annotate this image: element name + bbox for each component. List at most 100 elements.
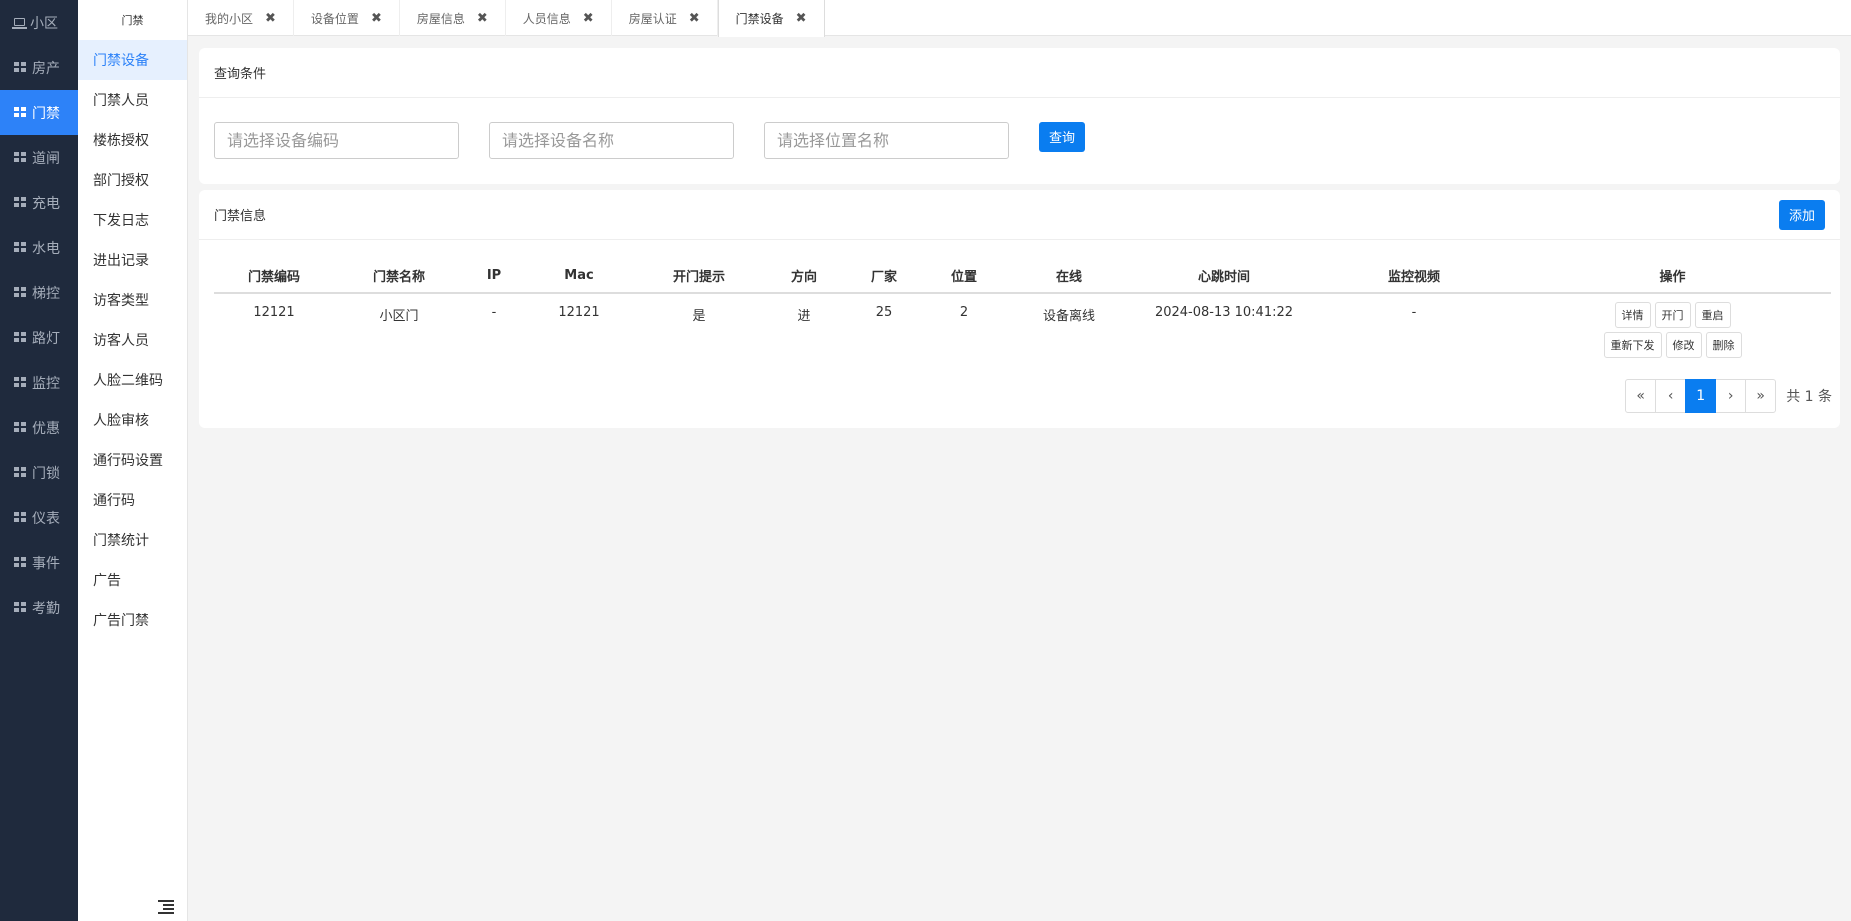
tab-5[interactable]: 门禁设备 ✖ [717,0,825,37]
close-icon[interactable]: ✖ [689,11,700,26]
tab-0[interactable]: 我的小区 ✖ [188,0,294,36]
column-header: 开门提示 [634,258,764,294]
submenu-item-2[interactable]: 楼栋授权 [78,120,187,160]
query-panel-header: 查询条件 [199,48,1840,98]
grid-icon [14,287,27,298]
submenu-item-8[interactable]: 人脸二维码 [78,360,187,400]
grid-icon [14,467,27,478]
access-info-title: 门禁信息 [214,209,267,224]
submenu-item-11[interactable]: 通行码 [78,480,187,520]
rail-item-1[interactable]: 房产 [0,45,78,90]
grid-icon [14,557,27,568]
table-cell: 进 [797,309,811,324]
access-info-panel: 门禁信息 添加 门禁编码 门禁名称 IP Mac 开门提示 方向 厂家 位置 在线 心跳时间 监控视… [199,190,1840,428]
access-info-header: 门禁信息 添加 [199,190,1840,240]
submenu-item-1[interactable]: 门禁人员 [78,80,187,120]
rail-item-11[interactable]: 仪表 [0,495,78,540]
close-icon[interactable]: ✖ [583,11,594,26]
tab-label: 设备位置 [310,11,359,26]
submenu-item-13[interactable]: 广告 [78,560,187,600]
submenu-item-10[interactable]: 通行码设置 [78,440,187,480]
column-header: 监控视频 [1314,258,1514,294]
grid-icon [14,512,27,523]
table-cell: 设备离线 [1042,309,1095,324]
main-nav-rail: 小区 房产门禁道闸充电水电梯控 路灯监控优惠门锁仪表事件考勤 [0,0,78,921]
rail-item-label: 监控 [32,375,60,392]
rail-item-label: 门锁 [32,465,60,482]
location-name-input[interactable] [764,122,1009,159]
rail-item-label: 仪表 [32,510,60,527]
rail-item-label: 门禁 [32,105,60,122]
tab-bar: 我的小区 ✖ 设备位置 ✖ 房屋信息 ✖ 人员信息 ✖ 房屋认证 ✖ 门禁设备 ✖ [188,0,1851,37]
open-door-button[interactable]: 开门 [1654,302,1691,328]
rail-item-label: 道闸 [32,150,60,167]
rail-item-12[interactable]: 事件 [0,540,78,585]
page-first-button[interactable]: « [1625,379,1657,413]
submenu-item-3[interactable]: 部门授权 [78,160,187,200]
close-icon[interactable]: ✖ [371,11,382,26]
page-current-button[interactable]: 1 [1685,379,1717,413]
submenu-item-6[interactable]: 访客类型 [78,280,187,320]
close-icon[interactable]: ✖ [477,11,488,26]
search-button[interactable]: 查询 [1039,121,1086,152]
rail-item-7[interactable]: 路灯 [0,315,78,360]
tab-1[interactable]: 设备位置 ✖ [294,0,400,36]
grid-icon [14,62,27,73]
device-code-input[interactable] [214,122,459,159]
column-header: 操作 [1514,258,1831,294]
rail-item-10[interactable]: 门锁 [0,450,78,495]
grid-icon [14,602,27,613]
grid-icon [14,152,27,163]
page-last-button[interactable]: » [1745,379,1777,413]
table-cell: 小区门 [379,309,419,324]
collapse-menu-icon[interactable] [158,899,174,914]
table-cell: 12121 [253,305,295,320]
rail-item-3[interactable]: 道闸 [0,135,78,180]
rail-item-5[interactable]: 水电 [0,225,78,270]
close-icon[interactable]: ✖ [265,11,276,26]
tab-3[interactable]: 人员信息 ✖ [506,0,612,36]
column-header: 厂家 [844,258,924,294]
submenu-item-12[interactable]: 门禁统计 [78,520,187,560]
rail-item-6[interactable]: 梯控 [0,270,78,315]
submenu-item-5[interactable]: 进出记录 [78,240,187,280]
query-panel-title: 查询条件 [214,67,267,82]
rail-item-2[interactable]: 门禁 [0,90,78,135]
restart-button[interactable]: 重启 [1694,302,1731,328]
page-next-button[interactable]: › [1715,379,1747,413]
rail-item-label: 充电 [32,195,60,212]
tab-2[interactable]: 房屋信息 ✖ [400,0,506,36]
rail-item-label: 事件 [32,555,60,572]
edit-button[interactable]: 修改 [1665,332,1702,358]
table-cell: 2 [959,305,969,320]
rail-item-9[interactable]: 优惠 [0,405,78,450]
tab-label: 房屋认证 [628,11,677,26]
close-icon[interactable]: ✖ [796,11,807,26]
submenu-item-14[interactable]: 广告门禁 [78,600,187,640]
grid-icon [14,377,27,388]
table-cell: 12121 [558,305,600,320]
resend-button[interactable]: 重新下发 [1603,332,1662,358]
add-button[interactable]: 添加 [1778,199,1825,230]
column-header: 门禁编码 [214,258,334,294]
detail-button[interactable]: 详情 [1614,302,1651,328]
access-device-table: 门禁编码 门禁名称 IP Mac 开门提示 方向 厂家 位置 在线 心跳时间 监控视频 操作 1212… [214,258,1831,362]
device-name-input[interactable] [489,122,734,159]
column-header: 在线 [1004,258,1134,294]
table-cell: 是 [692,309,706,324]
delete-button[interactable]: 删除 [1705,332,1742,358]
page-prev-button[interactable]: ‹ [1655,379,1687,413]
rail-item-13[interactable]: 考勤 [0,585,78,630]
rail-item-8[interactable]: 监控 [0,360,78,405]
submenu-item-7[interactable]: 访客人员 [78,320,187,360]
rail-item-label: 水电 [32,240,60,257]
tab-label: 人员信息 [522,11,571,26]
tab-label: 门禁设备 [735,12,784,26]
rail-item-0[interactable]: 小区 [0,0,78,45]
tab-4[interactable]: 房屋认证 ✖ [612,0,718,36]
submenu-item-0[interactable]: 门禁设备 [78,40,187,80]
pager-total: 共 1 条 [1786,389,1832,405]
rail-item-4[interactable]: 充电 [0,180,78,225]
submenu-item-4[interactable]: 下发日志 [78,200,187,240]
submenu-item-9[interactable]: 人脸审核 [78,400,187,440]
